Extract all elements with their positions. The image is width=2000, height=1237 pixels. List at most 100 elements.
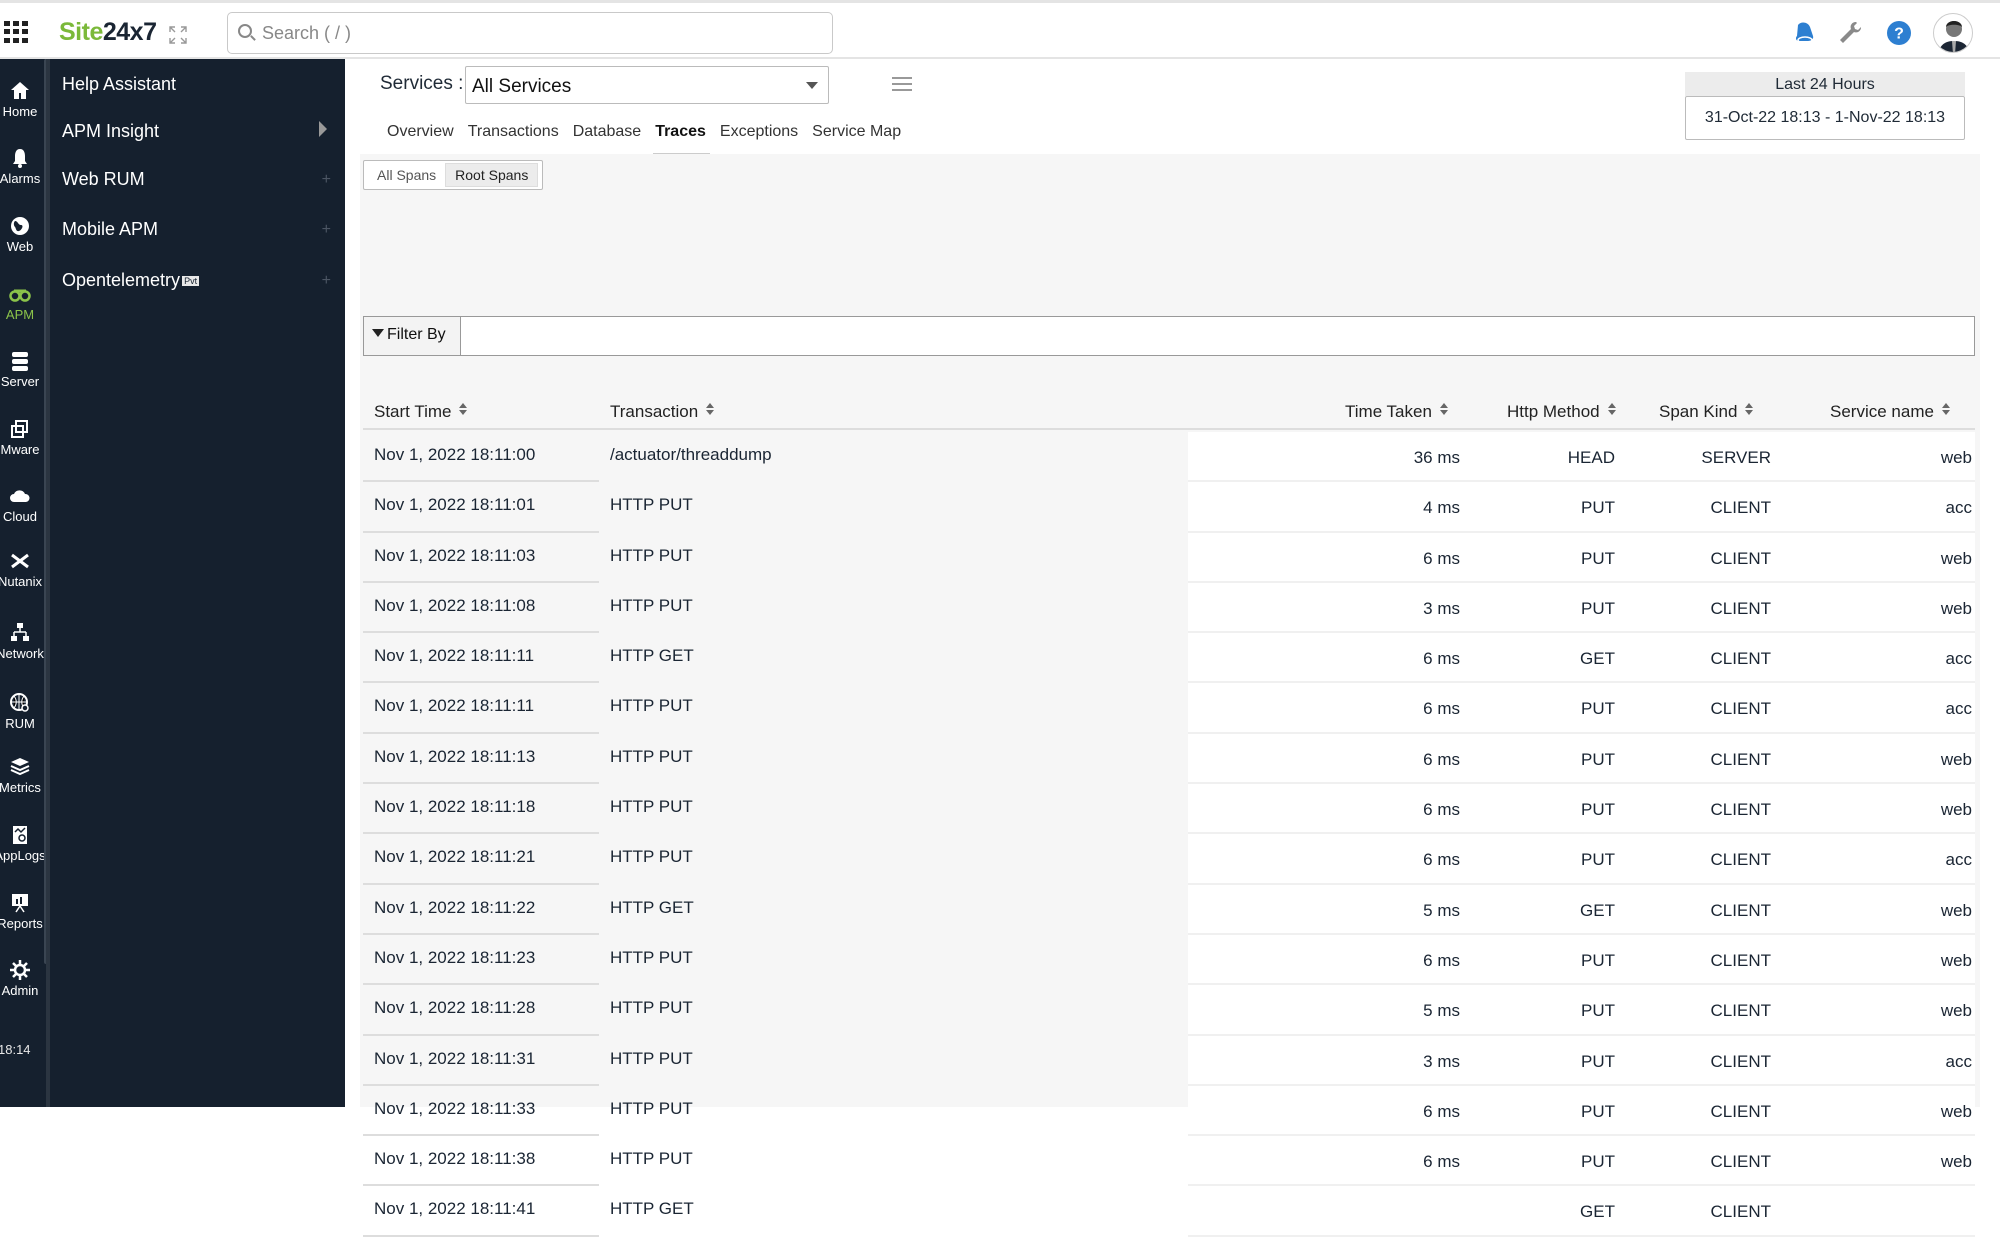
table-row[interactable]: Nov 1, 2022 18:11:08 HTTP PUT 3 ms PUT CLIEN… xyxy=(363,582,1975,634)
site24x7-logo[interactable]: Site24x7 xyxy=(59,18,157,47)
add-icon[interactable]: + xyxy=(322,171,331,189)
table-row[interactable]: Nov 1, 2022 18:11:28 HTTP PUT 5 ms PUT CLIEN… xyxy=(363,985,1975,1036)
table-row[interactable]: Nov 1, 2022 18:11:00/actuator/threaddump… xyxy=(363,432,1975,483)
hamburger-menu-icon[interactable] xyxy=(892,77,912,93)
cell-transaction[interactable]: HTTP PUT xyxy=(610,998,693,1018)
cell-transaction[interactable]: HTTP PUT xyxy=(610,948,693,968)
date-range-value[interactable]: 31-Oct-22 18:13 - 1-Nov-22 18:13 xyxy=(1685,96,1965,140)
rail-item-network[interactable]: Network xyxy=(0,622,46,661)
subnav-item-opentelemetry[interactable]: Opentelemetry Pvt xyxy=(62,270,200,291)
root-spans-button[interactable]: Root Spans xyxy=(445,163,539,187)
table-row[interactable]: Nov 1, 2022 18:11:11 HTTP GET 6 ms GET CLIEN… xyxy=(363,633,1975,684)
cell-transaction[interactable]: HTTP PUT xyxy=(610,495,693,515)
table-row[interactable]: Nov 1, 2022 18:11:38 HTTP PUT 6 ms PUT CLIEN… xyxy=(363,1136,1975,1187)
subnav-item-mobile-apm[interactable]: Mobile APM xyxy=(62,219,158,240)
expand-icon[interactable] xyxy=(168,25,190,45)
cell-span-kind: CLIENT xyxy=(1710,699,1771,719)
column-header-service-name[interactable]: Service name xyxy=(1830,402,1950,422)
cell-span-kind: CLIENT xyxy=(1710,548,1771,568)
user-avatar[interactable] xyxy=(1933,13,1973,53)
cell-transaction[interactable]: HTTP PUT xyxy=(610,1049,693,1069)
cell-transaction[interactable]: /actuator/threaddump xyxy=(610,445,772,465)
table-row[interactable]: Nov 1, 2022 18:11:31 HTTP PUT 3 ms PUT CLIEN… xyxy=(363,1035,1975,1086)
cell-time-taken: 36 ms xyxy=(1413,448,1460,467)
subnav-item-help-assistant[interactable]: Help Assistant xyxy=(62,74,176,95)
add-icon[interactable]: + xyxy=(322,272,331,290)
column-header-http-method[interactable]: Http Method xyxy=(1507,402,1616,422)
table-row[interactable]: Nov 1, 2022 18:11:18 HTTP PUT 6 ms PUT CLIEN… xyxy=(363,784,1975,835)
cell-transaction[interactable]: HTTP PUT xyxy=(610,596,693,616)
services-dropdown[interactable]: All Services xyxy=(465,66,829,104)
sort-icon[interactable] xyxy=(459,403,468,415)
sort-icon[interactable] xyxy=(1941,403,1950,415)
table-row[interactable]: Nov 1, 2022 18:11:33 HTTP PUT 6 ms PUT CLIEN… xyxy=(363,1085,1975,1137)
search-box[interactable] xyxy=(227,12,833,54)
cell-transaction[interactable]: HTTP PUT xyxy=(610,847,693,867)
rail-item-alarms[interactable]: Alarms xyxy=(0,147,46,186)
help-icon[interactable]: ? xyxy=(1885,19,1913,47)
rail-item-cloud[interactable]: Cloud xyxy=(0,485,46,524)
rail-item-home[interactable]: Home xyxy=(0,80,46,119)
rail-item-mware[interactable]: Mware xyxy=(0,418,46,457)
table-row[interactable]: Nov 1, 2022 18:11:13 HTTP PUT 6 ms PUT CLIEN… xyxy=(363,733,1975,785)
chevron-right-icon[interactable] xyxy=(319,121,327,137)
cell-transaction[interactable]: HTTP GET xyxy=(610,898,694,918)
notification-bell-icon[interactable] xyxy=(1790,19,1818,47)
rail-item-applogs[interactable]: AppLogs xyxy=(0,824,46,863)
sort-icon[interactable] xyxy=(1439,403,1448,415)
cell-http-method: GET xyxy=(1580,900,1615,920)
tab-service-map[interactable]: Service Map xyxy=(812,123,901,153)
column-header-start-time[interactable]: Start Time xyxy=(374,402,468,422)
sort-icon[interactable] xyxy=(706,403,715,415)
cell-transaction[interactable]: HTTP PUT xyxy=(610,1149,693,1169)
add-icon[interactable]: + xyxy=(322,221,331,239)
tab-database[interactable]: Database xyxy=(573,123,642,153)
cell-transaction[interactable]: HTTP PUT xyxy=(610,747,693,767)
table-row[interactable]: Nov 1, 2022 18:11:41 HTTP GET GET CLIENT xyxy=(363,1186,1975,1237)
cell-transaction[interactable]: HTTP PUT xyxy=(610,696,693,716)
table-row[interactable]: Nov 1, 2022 18:11:03 HTTP PUT 6 ms PUT CLIEN… xyxy=(363,532,1975,583)
apm-tabs: Overview Transactions Database Traces Ex… xyxy=(387,123,915,156)
column-header-span-kind[interactable]: Span Kind xyxy=(1659,402,1754,422)
rail-item-reports[interactable]: Reports xyxy=(0,892,46,931)
column-header-time-taken[interactable]: Time Taken xyxy=(1345,402,1448,422)
search-input[interactable] xyxy=(262,21,822,45)
rail-item-nutanix[interactable]: Nutanix xyxy=(0,550,46,589)
tab-overview[interactable]: Overview xyxy=(387,123,454,153)
top-bar: Site24x7 ? xyxy=(0,0,2000,59)
cell-span-kind: CLIENT xyxy=(1710,1051,1771,1071)
cell-transaction[interactable]: HTTP PUT xyxy=(610,1099,693,1119)
subnav-item-web-rum[interactable]: Web RUM xyxy=(62,169,145,190)
date-range-preset[interactable]: Last 24 Hours xyxy=(1685,72,1965,96)
tab-transactions[interactable]: Transactions xyxy=(468,123,559,153)
sort-icon[interactable] xyxy=(1745,403,1754,415)
tab-exceptions[interactable]: Exceptions xyxy=(720,123,798,153)
table-row[interactable]: Nov 1, 2022 18:11:22 HTTP GET 5 ms GET CLIEN… xyxy=(363,884,1975,935)
cell-start-time: Nov 1, 2022 18:11:38 xyxy=(374,1149,536,1169)
table-row[interactable]: Nov 1, 2022 18:11:11 HTTP PUT 6 ms PUT CLIEN… xyxy=(363,683,1975,734)
date-range-picker[interactable]: Last 24 Hours 31-Oct-22 18:13 - 1-Nov-22… xyxy=(1685,72,1965,140)
rail-item-web[interactable]: Web xyxy=(0,215,46,254)
cell-transaction[interactable]: HTTP PUT xyxy=(610,546,693,566)
cell-transaction[interactable]: HTTP GET xyxy=(610,646,694,666)
table-row[interactable]: Nov 1, 2022 18:11:01 HTTP PUT 4 ms PUT CLIEN… xyxy=(363,482,1975,533)
all-spans-button[interactable]: All Spans xyxy=(368,164,445,186)
home-icon xyxy=(11,82,29,99)
app-grid-icon[interactable] xyxy=(4,21,28,43)
rail-item-rum[interactable]: RUM xyxy=(0,692,46,731)
filter-by-button[interactable]: Filter By xyxy=(364,317,461,355)
sort-icon[interactable] xyxy=(1607,403,1616,415)
wrench-icon[interactable] xyxy=(1836,19,1864,47)
rail-item-server[interactable]: Server xyxy=(0,350,46,389)
rail-item-admin[interactable]: Admin xyxy=(0,959,46,998)
tab-traces[interactable]: Traces xyxy=(653,123,710,156)
filter-input[interactable] xyxy=(462,317,1972,355)
cell-transaction[interactable]: HTTP PUT xyxy=(610,797,693,817)
table-row[interactable]: Nov 1, 2022 18:11:21 HTTP PUT 6 ms PUT CLIEN… xyxy=(363,834,1975,885)
cell-transaction[interactable]: HTTP GET xyxy=(610,1199,694,1219)
rail-item-metrics[interactable]: Metrics xyxy=(0,756,46,795)
column-header-transaction[interactable]: Transaction xyxy=(610,402,715,422)
subnav-item-apm-insight[interactable]: APM Insight xyxy=(62,121,159,142)
table-row[interactable]: Nov 1, 2022 18:11:23 HTTP PUT 6 ms PUT CLIEN… xyxy=(363,934,1975,986)
rail-item-apm[interactable]: APM xyxy=(0,283,46,322)
